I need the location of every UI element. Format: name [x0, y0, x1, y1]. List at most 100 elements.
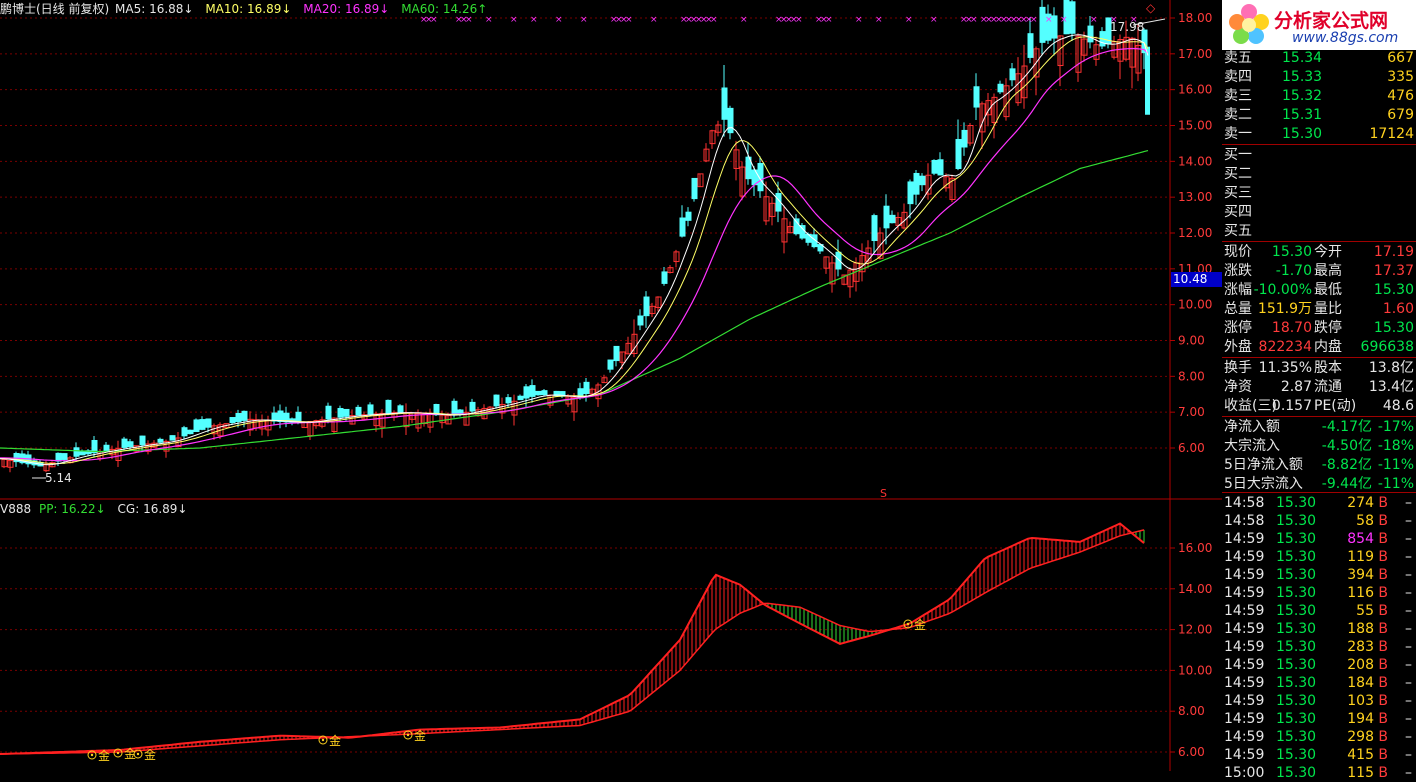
tick-time: 14:58 [1224, 495, 1265, 511]
tick-time: 14:59 [1224, 693, 1265, 709]
high-label: 17.98 [1110, 20, 1144, 34]
candle-body [997, 83, 1004, 93]
tick-dash: – [1405, 495, 1412, 511]
sell-volume: 335 [1387, 69, 1414, 85]
candle-body [385, 399, 392, 414]
sell-label: 卖二 [1224, 107, 1252, 123]
candle-body [955, 138, 962, 170]
tick-dash: – [1405, 639, 1412, 655]
gold-marker-dot [136, 752, 140, 756]
tick-dash: – [1405, 711, 1412, 727]
ma10-label: MA10: 16.89↓ [205, 2, 292, 16]
diamond-icon: ◇ [1146, 1, 1156, 15]
tick-row: 14:59 15.30 119 B – [1222, 548, 1416, 566]
tick-time: 14:59 [1224, 567, 1265, 583]
tick-volume: 283 [1347, 639, 1374, 655]
chart-canvas[interactable]: 18.0017.0016.0015.0014.0013.0012.0011.00… [0, 0, 1222, 771]
gold-marker-label: 金 [144, 747, 156, 762]
tick-dash: – [1405, 603, 1412, 619]
quote-value: 18.70 [1271, 320, 1312, 336]
tick-row: 15:00 15.30 115 B – [1222, 764, 1416, 782]
stats-label: 收益(三) [1224, 398, 1277, 414]
buy-level-row: 买一 [1222, 146, 1416, 164]
s-marker: S [880, 487, 887, 500]
tick-volume: 55 [1356, 603, 1374, 619]
sell-volume: 476 [1387, 88, 1414, 104]
quote-value: 17.19 [1373, 244, 1414, 260]
axis-label: 10.00 [1178, 663, 1212, 677]
tick-price: 15.30 [1276, 765, 1317, 781]
tick-dash: – [1405, 585, 1412, 601]
axis-label: 14.00 [1178, 154, 1212, 168]
tick-side: B [1378, 567, 1388, 583]
axis-label: 10.00 [1178, 298, 1212, 312]
price-axis-main: 18.0017.0016.0015.0014.0013.0012.0011.00… [1170, 11, 1212, 455]
tick-row: 14:58 15.30 274 B – [1222, 494, 1416, 512]
quote-label: 涨停 [1224, 320, 1252, 336]
tick-side: B [1378, 513, 1388, 529]
candle-body [355, 406, 362, 416]
tick-dash: – [1405, 567, 1412, 583]
price-axis-sub: 16.00 14.00 12.00 10.00 8.00 6.00 [1170, 541, 1212, 759]
gold-marker-dot [321, 738, 325, 742]
candle-body [181, 427, 188, 437]
sell-volume: 679 [1387, 107, 1414, 123]
tick-price: 15.30 [1276, 531, 1317, 547]
quote-row: 涨跌 -1.70 最高 17.37 [1222, 262, 1416, 280]
tick-side: B [1378, 531, 1388, 547]
tick-time: 14:59 [1224, 657, 1265, 673]
cursor-price-tag: 10.48 [1171, 272, 1223, 287]
candle-body [55, 452, 62, 462]
gold-marker-dot [116, 751, 120, 755]
tick-volume: 115 [1347, 765, 1374, 781]
quote-label: 跌停 [1314, 320, 1342, 336]
candle-body [505, 397, 512, 404]
candle-body [973, 86, 980, 108]
tick-side: B [1378, 621, 1388, 637]
stats-value: 11.35% [1258, 360, 1312, 376]
candle-body [241, 410, 248, 421]
panel-separator [1222, 357, 1416, 358]
signal-x-marker: × [825, 15, 833, 25]
tick-side: B [1378, 603, 1388, 619]
tick-price: 15.30 [1276, 513, 1317, 529]
candle-body [325, 405, 332, 420]
candle-body [187, 429, 194, 435]
tick-time: 14:59 [1224, 549, 1265, 565]
tick-row: 14:59 15.30 298 B – [1222, 728, 1416, 746]
flow-value: -8.82亿 [1321, 457, 1372, 473]
tick-price: 15.30 [1276, 549, 1317, 565]
buy-level-row: 买五 [1222, 222, 1416, 240]
tick-dash: – [1405, 729, 1412, 745]
stats-value: 13.4亿 [1368, 379, 1414, 395]
candle-body [961, 129, 968, 148]
gold-marker-dot [90, 753, 94, 757]
signal-x-marker: × [580, 15, 588, 25]
tick-row: 14:59 15.30 194 B – [1222, 710, 1416, 728]
axis-label: 17.00 [1178, 47, 1212, 61]
candle-body [643, 296, 650, 317]
main-header: 鹏博士(日线 前复权) MA5: 16.88↓ MA10: 16.89↓ MA2… [0, 2, 487, 16]
candle-body [1027, 33, 1034, 58]
candle-body [541, 390, 548, 396]
candle-body [907, 181, 914, 205]
tick-row: 14:59 15.30 394 B – [1222, 566, 1416, 584]
tick-row: 14:59 15.30 103 B – [1222, 692, 1416, 710]
tick-side: B [1378, 747, 1388, 763]
candle-body [889, 214, 896, 224]
flow-value: -4.50亿 [1321, 438, 1372, 454]
tick-price: 15.30 [1276, 729, 1317, 745]
flow-value: -4.17亿 [1321, 419, 1372, 435]
signal-x-marker: × [1030, 15, 1038, 25]
flow-pct: -11% [1377, 476, 1414, 492]
flow-row: 5日净流入额 -8.82亿 -11% [1222, 456, 1416, 474]
tick-time: 14:59 [1224, 585, 1265, 601]
candle-body [205, 418, 212, 428]
quote-value: 151.9万 [1257, 301, 1312, 317]
axis-label: 18.00 [1178, 11, 1212, 25]
candle-body [637, 315, 644, 326]
candle-body [583, 381, 590, 395]
sell-price: 15.32 [1282, 88, 1323, 104]
sell-label: 卖一 [1224, 126, 1252, 142]
axis-label: 8.00 [1178, 369, 1205, 383]
